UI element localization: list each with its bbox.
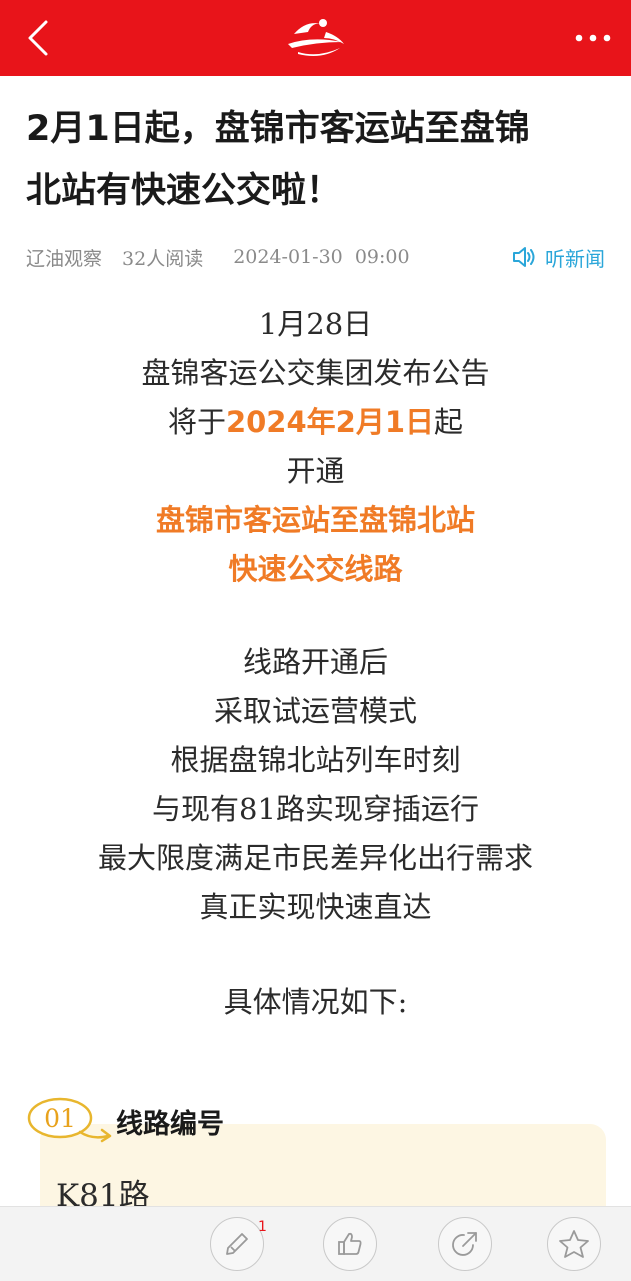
section-number-badge: 01 bbox=[27, 1097, 112, 1143]
highlight-date: 2024年2月1日 bbox=[225, 405, 435, 439]
article-body: 1月28日 盘锦客运公交集团发布公告 将于2024年2月1日起 开通 盘锦市客运… bbox=[0, 300, 631, 1027]
text-fragment: 将于 bbox=[167, 405, 226, 439]
like-button[interactable] bbox=[323, 1217, 377, 1271]
chevron-left-icon bbox=[28, 20, 48, 56]
comment-count: 1 bbox=[258, 1219, 267, 1235]
body-line: 开通 bbox=[286, 454, 345, 488]
highlight-route: 盘锦市客运站至盘锦北站 bbox=[155, 503, 475, 537]
pen-icon bbox=[226, 1233, 248, 1255]
body-line-date: 将于2024年2月1日起 bbox=[0, 398, 631, 447]
highlight-route-type: 快速公交线路 bbox=[228, 552, 403, 586]
listen-news-button[interactable]: 听新闻 bbox=[511, 240, 605, 274]
body-line: 根据盘锦北站列车时刻 bbox=[170, 743, 461, 777]
section-number: 01 bbox=[44, 1104, 76, 1133]
text-fragment: 起 bbox=[434, 405, 464, 439]
source-name[interactable]: 辽油观察 bbox=[26, 244, 102, 271]
body-line: 采取试运营模式 bbox=[213, 694, 417, 728]
body-line: 1月28日 bbox=[258, 307, 373, 341]
body-line: 盘锦客运公交集团发布公告 bbox=[141, 356, 490, 390]
publish-date: 2024-01-30 09:00 bbox=[233, 246, 410, 268]
body-line: 与现有81路实现穿插运行 bbox=[152, 792, 479, 826]
read-count: 32人阅读 bbox=[122, 247, 204, 270]
listen-news-label: 听新闻 bbox=[545, 246, 605, 271]
body-line: 线路开通后 bbox=[242, 645, 388, 679]
favorite-button[interactable] bbox=[547, 1217, 601, 1271]
comment-button[interactable] bbox=[210, 1217, 264, 1271]
detail-intro: 具体情况如下: bbox=[223, 985, 408, 1019]
more-dots-icon bbox=[575, 34, 611, 42]
app-logo bbox=[288, 19, 344, 56]
share-button[interactable] bbox=[438, 1217, 492, 1271]
article-title: 2月1日起，盘锦市客运站至盘锦 北站有快速公交啦！ bbox=[26, 98, 606, 222]
thumbs-up-icon bbox=[338, 1232, 362, 1255]
top-bar bbox=[0, 0, 631, 76]
body-line: 真正实现快速直达 bbox=[199, 890, 432, 924]
back-button[interactable] bbox=[18, 18, 58, 58]
bottom-toolbar: 1 bbox=[0, 1206, 631, 1281]
title-line-1: 2月1日起，盘锦市客运站至盘锦 bbox=[26, 109, 530, 149]
body-line: 最大限度满足市民差异化出行需求 bbox=[97, 841, 533, 875]
speaker-icon bbox=[513, 247, 535, 267]
section-title: 线路编号 bbox=[116, 1109, 224, 1140]
more-button[interactable] bbox=[571, 22, 615, 54]
star-icon bbox=[559, 1230, 589, 1258]
title-line-2: 北站有快速公交啦！ bbox=[26, 171, 342, 211]
share-icon bbox=[452, 1232, 477, 1256]
